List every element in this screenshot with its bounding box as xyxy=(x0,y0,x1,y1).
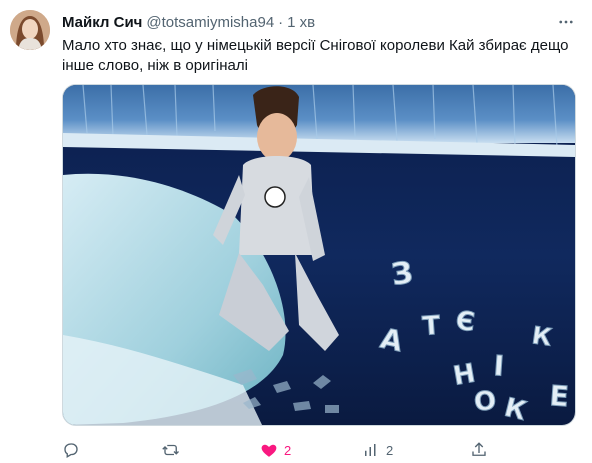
tweet-media[interactable]: ЗАТЄНІКОЕК xyxy=(62,84,576,426)
reply-button[interactable] xyxy=(62,440,80,460)
avatar-image xyxy=(10,10,50,50)
like-count: 2 xyxy=(284,442,292,458)
repost-button[interactable] xyxy=(162,440,180,460)
display-name[interactable]: Майкл Сич xyxy=(62,14,142,31)
views-button[interactable]: 2 xyxy=(362,440,393,460)
views-count: 2 xyxy=(386,442,394,458)
tweet-text: Мало хто знає, що у німецькій версії Сні… xyxy=(62,37,569,74)
share-button[interactable] xyxy=(470,440,488,460)
more-options-button[interactable] xyxy=(556,12,576,32)
user-handle[interactable]: @totsamiymisha94 xyxy=(146,14,274,31)
media-image: ЗА Т ЄН ІКО ЕК xyxy=(63,85,575,425)
tweet-header: Майкл Сич @totsamiymisha94 · 1 хв xyxy=(62,12,315,32)
heart-filled-icon xyxy=(261,444,277,457)
share-icon xyxy=(472,442,486,456)
ice-letter: О xyxy=(473,386,498,418)
ice-letter: Є xyxy=(454,306,476,338)
ice-letter: Е xyxy=(549,379,570,413)
reply-icon xyxy=(64,443,78,458)
separator-dot: · xyxy=(278,13,284,31)
action-bar: 2 2 xyxy=(62,440,576,460)
avatar[interactable] xyxy=(10,10,50,50)
post-time[interactable]: 1 хв xyxy=(287,14,315,31)
views-icon xyxy=(365,444,376,456)
repost-icon xyxy=(162,444,179,456)
like-button[interactable]: 2 xyxy=(260,440,291,460)
ice-letter: Т xyxy=(421,311,441,342)
more-horizontal-icon xyxy=(559,20,573,24)
